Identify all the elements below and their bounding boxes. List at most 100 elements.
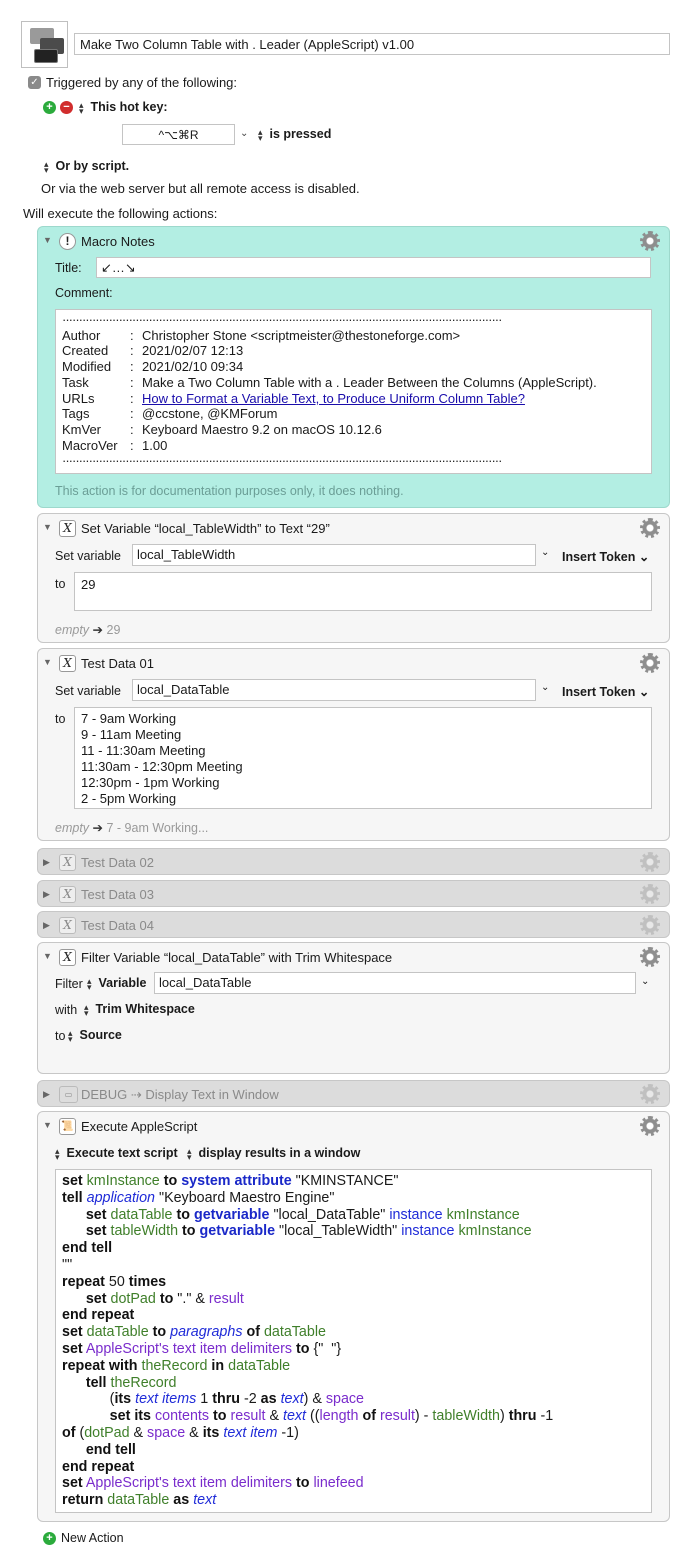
disclosure-triangle-icon[interactable]: ▼: [43, 522, 52, 532]
preview-text: empty ➔ 7 - 9am Working...: [55, 821, 209, 835]
updown-icon: ▴ ▾: [79, 99, 84, 116]
set-variable-label: Set variable: [55, 684, 122, 698]
notes-title-field[interactable]: ↙…↘: [96, 257, 651, 278]
gear-icon[interactable]: [640, 947, 660, 967]
title-label: Title:: [55, 261, 82, 275]
chevron-down-icon[interactable]: ⌄: [541, 547, 549, 558]
notes-row-created: Created:2021/02/07 12:13: [62, 343, 244, 359]
filter-destination-selector[interactable]: ▴ ▾ Source: [68, 1027, 122, 1044]
updown-icon: ▴ ▾: [84, 1001, 89, 1018]
variable-name-field[interactable]: local_DataTable: [132, 679, 536, 701]
action-title: Test Data 03: [81, 887, 154, 902]
forum-link[interactable]: How to Format a Variable Text, to Produc…: [142, 391, 525, 406]
notes-row-task: Task: Make a Two Column Table with a . Le…: [62, 374, 597, 390]
to-label: to: [55, 1029, 66, 1043]
action-test-data-03[interactable]: ▶ X Test Data 03: [37, 880, 670, 907]
gear-icon[interactable]: [640, 231, 660, 251]
action-title: Set Variable “local_TableWidth” to Text …: [81, 521, 330, 536]
gear-icon[interactable]: [640, 518, 660, 538]
action-title: Filter Variable “local_DataTable” with T…: [81, 950, 393, 965]
action-test-data-04[interactable]: ▶ X Test Data 04: [37, 911, 670, 938]
notes-footer: This action is for documentation purpose…: [55, 484, 404, 498]
macro-name-field[interactable]: Make Two Column Table with . Leader (App…: [74, 33, 670, 55]
to-label: to: [55, 577, 66, 591]
trigger-checkbox[interactable]: ✓: [28, 76, 41, 89]
gear-icon[interactable]: [640, 884, 660, 904]
chevron-down-icon[interactable]: ⌄: [240, 128, 248, 139]
action-title: Test Data 02: [81, 855, 154, 870]
filter-variable-field[interactable]: local_DataTable: [154, 972, 636, 994]
action-debug-display-text[interactable]: ▶ ▭ DEBUG ⇢ Display Text in Window: [37, 1080, 670, 1107]
action-set-variable-tablewidth[interactable]: ▼ X Set Variable “local_TableWidth” to T…: [37, 513, 670, 643]
results-mode-selector[interactable]: ▴ ▾ display results in a window: [187, 1146, 360, 1161]
action-filter-variable[interactable]: ▼ X Filter Variable “local_DataTable” wi…: [37, 942, 670, 1074]
action-execute-applescript[interactable]: ▼ 📜 Execute AppleScript ▴ ▾ Execute text …: [37, 1111, 670, 1522]
hotkey-trigger-selector[interactable]: ▴ ▾ This hot key:: [79, 99, 168, 116]
hotkey-field[interactable]: ^⌥⌘R: [122, 124, 235, 145]
notes-comment-field[interactable]: ········································…: [55, 309, 652, 474]
disclosure-triangle-icon[interactable]: ▼: [43, 951, 52, 961]
updown-icon: ▴ ▾: [55, 1145, 60, 1162]
insert-token-button[interactable]: Insert Token ⌄: [562, 684, 649, 699]
hotkey-state-selector[interactable]: ▴ ▾ is pressed: [258, 126, 332, 143]
notes-row-kmver: KmVer: Keyboard Maestro 9.2 on macOS 10.1…: [62, 421, 382, 437]
gear-icon[interactable]: [640, 1084, 660, 1104]
to-label: to: [55, 712, 66, 726]
variable-name-field[interactable]: local_TableWidth: [132, 544, 536, 566]
disclosure-triangle-icon[interactable]: ▶: [43, 889, 50, 900]
notes-row-urls: URLs: How to Format a Variable Text, to P…: [62, 390, 525, 406]
variable-x-icon: X: [59, 655, 76, 672]
updown-icon: ▴ ▾: [44, 158, 49, 175]
filter-source-selector[interactable]: ▴ ▾ Variable: [87, 975, 146, 992]
disclosure-triangle-icon[interactable]: ▶: [43, 920, 50, 931]
filter-type-selector[interactable]: ▴ ▾ Trim Whitespace: [84, 1001, 195, 1018]
insert-token-button[interactable]: Insert Token ⌄: [562, 549, 649, 564]
new-action-button[interactable]: New Action: [61, 1531, 124, 1545]
action-macro-notes[interactable]: ▼ ! Macro Notes Title: ↙…↘ Comment: ····…: [37, 226, 670, 508]
gear-icon[interactable]: [640, 852, 660, 872]
disclosure-triangle-icon[interactable]: ▶: [43, 857, 50, 868]
variable-value-field[interactable]: 29: [74, 572, 652, 611]
updown-icon: ▴ ▾: [258, 126, 263, 143]
updown-icon: ▴ ▾: [87, 975, 92, 992]
variable-x-icon: X: [59, 854, 76, 871]
disclosure-triangle-icon[interactable]: ▼: [43, 235, 52, 245]
notes-row-modified: Modified:2021/02/10 09:34: [62, 359, 244, 375]
with-label: with: [55, 1003, 78, 1017]
gear-icon[interactable]: [640, 653, 660, 673]
disclosure-triangle-icon[interactable]: ▶: [43, 1089, 50, 1100]
gear-icon[interactable]: [640, 915, 660, 935]
gear-icon[interactable]: [640, 1116, 660, 1136]
new-action-icon[interactable]: +: [43, 1532, 56, 1545]
hotkey-state-label: is pressed: [269, 127, 332, 141]
variable-x-icon: X: [59, 949, 76, 966]
exclamation-icon: !: [59, 233, 76, 250]
applescript-editor[interactable]: set kmInstance to system attribute "KMIN…: [55, 1169, 652, 1513]
action-title: Macro Notes: [81, 234, 155, 249]
chevron-down-icon[interactable]: ⌄: [541, 682, 549, 693]
script-mode-selector[interactable]: ▴ ▾ Execute text script: [55, 1145, 178, 1162]
disclosure-triangle-icon[interactable]: ▼: [43, 657, 52, 667]
by-script-selector[interactable]: ▴ ▾ Or by script.: [44, 158, 129, 175]
action-title: Execute AppleScript: [81, 1119, 198, 1134]
action-test-data-02[interactable]: ▶ X Test Data 02: [37, 848, 670, 875]
variable-x-icon: X: [59, 917, 76, 934]
add-trigger-icon[interactable]: +: [43, 101, 56, 114]
action-test-data-01[interactable]: ▼ X Test Data 01 Set variable local_Data…: [37, 648, 670, 841]
disclosure-triangle-icon[interactable]: ▼: [43, 1120, 52, 1130]
filter-label: Filter: [55, 977, 83, 991]
notes-row-tags: Tags: @ccstone, @KMForum: [62, 406, 278, 422]
variable-x-icon: X: [59, 520, 76, 537]
macro-icon[interactable]: [21, 21, 68, 68]
variable-value-field[interactable]: 7 - 9am Working 9 - 11am Meeting 11 - 11…: [74, 707, 652, 809]
will-execute-label: Will execute the following actions:: [23, 206, 218, 221]
script-scroll-icon: 📜: [59, 1118, 76, 1135]
updown-icon: ▴ ▾: [68, 1027, 73, 1044]
remove-trigger-icon[interactable]: −: [60, 101, 73, 114]
chevron-down-icon[interactable]: ⌄: [641, 976, 649, 987]
data-line: 2 - 5pm Working: [81, 791, 177, 806]
notes-row-macrover: MacroVer:1.00: [62, 437, 168, 453]
trigger-label: Triggered by any of the following:: [46, 75, 238, 90]
data-line: 9 - 11am Meeting: [81, 727, 182, 742]
action-title: DEBUG ⇢ Display Text in Window: [81, 1087, 279, 1102]
